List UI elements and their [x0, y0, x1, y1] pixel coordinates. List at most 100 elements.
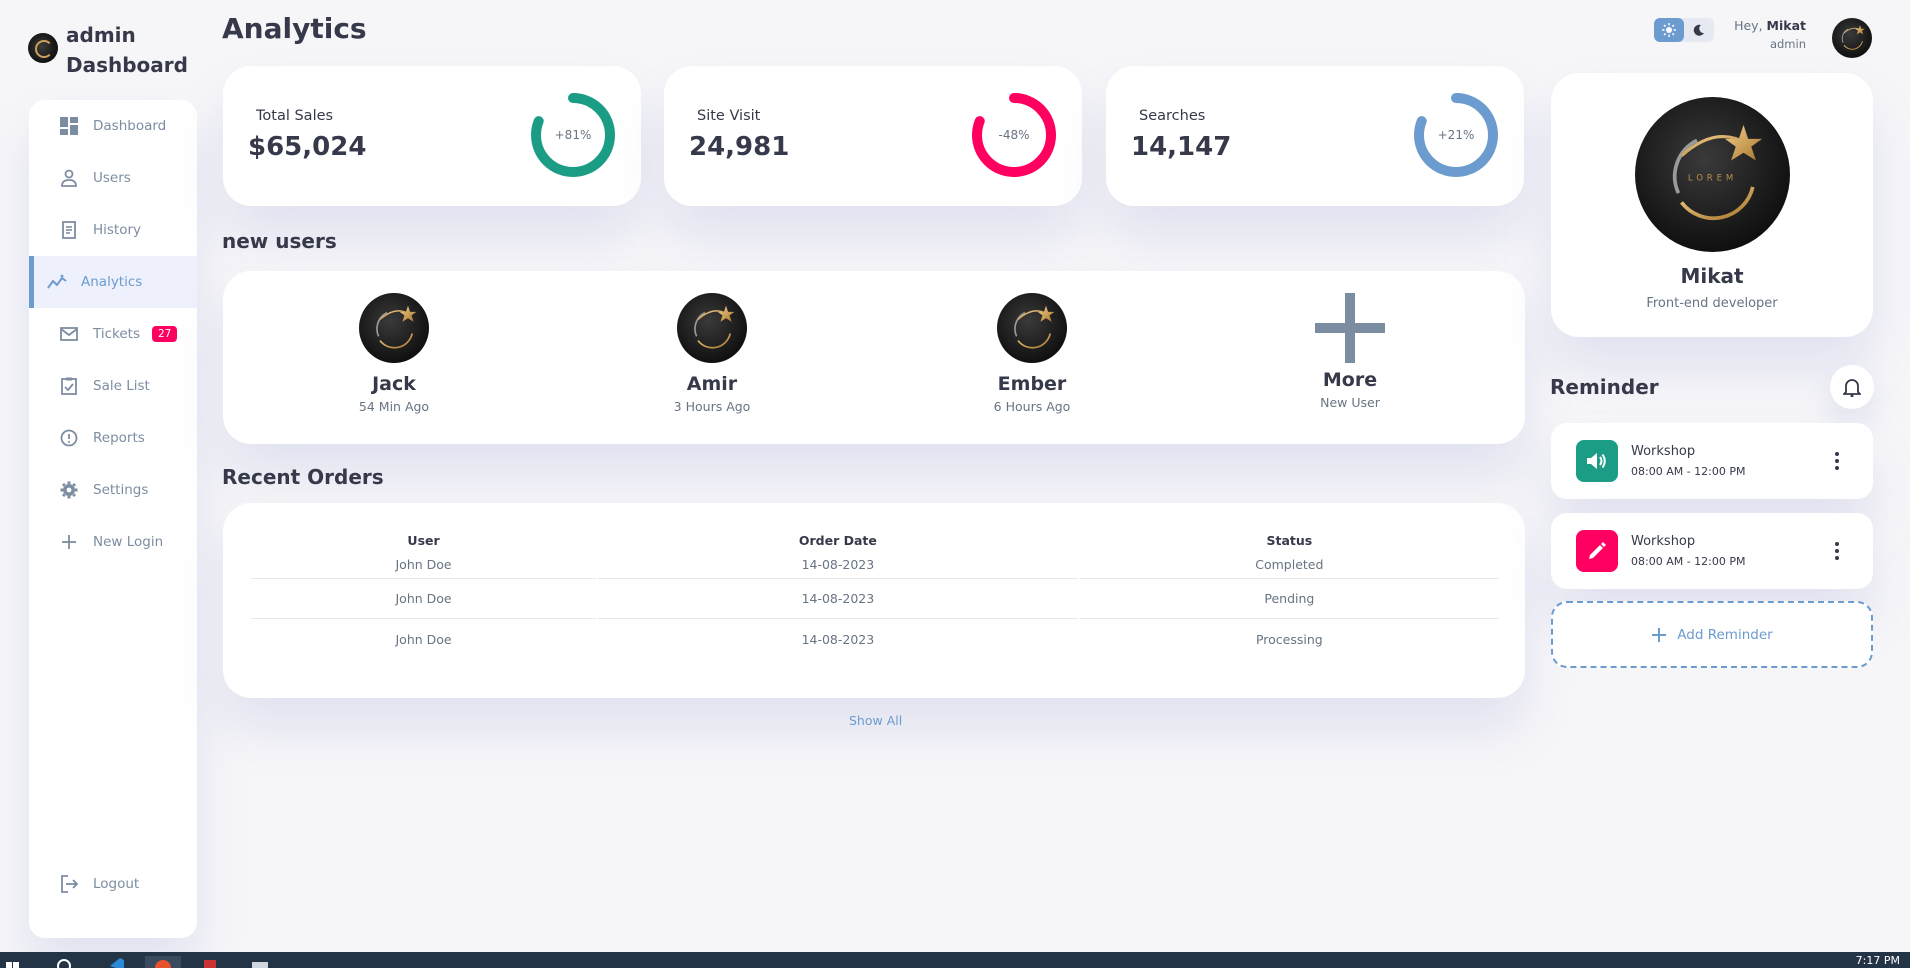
sidebar-item-reports[interactable]: Reports — [29, 412, 197, 464]
brand-title: admin Dashboard — [66, 20, 188, 80]
user-time: 54 Min Ago — [358, 399, 430, 414]
table-row[interactable]: John Doe 14-08-2023 Completed — [251, 551, 1499, 579]
file-explorer-icon[interactable] — [250, 956, 270, 968]
alert-circle-icon — [59, 428, 79, 448]
avatar[interactable] — [1832, 18, 1872, 58]
logout-icon — [59, 874, 79, 894]
header-profile: Hey, Mikat admin — [1700, 18, 1806, 51]
stat-value: $65,024 — [248, 132, 367, 162]
order-date: 14-08-2023 — [801, 631, 875, 647]
user-time: 6 Hours Ago — [993, 399, 1071, 414]
user-time: 3 Hours Ago — [673, 399, 751, 414]
user-name: Ember — [997, 373, 1067, 395]
avatar — [997, 293, 1067, 363]
new-users-card: Jack 54 Min Ago Amir 3 Hours Ago Ember 6… — [223, 271, 1525, 444]
windows-start-icon[interactable] — [6, 956, 20, 968]
clipboard-check-icon — [59, 376, 79, 396]
user-name: More — [1322, 369, 1378, 391]
stat-label: Site Visit — [697, 108, 761, 124]
user-item-jack[interactable]: Jack 54 Min Ago — [319, 293, 469, 414]
brand-logo — [28, 33, 58, 63]
bell-icon — [1843, 379, 1861, 397]
sidebar-item-history[interactable]: History — [29, 204, 197, 256]
column-header-status: Status — [1266, 532, 1313, 548]
header-user-name: Mikat — [1766, 18, 1806, 33]
avatar — [359, 293, 429, 363]
logout-button[interactable]: Logout — [29, 858, 197, 910]
sidebar-item-settings[interactable]: Settings — [29, 464, 197, 516]
recent-orders-title: Recent Orders — [222, 465, 384, 489]
sidebar-item-new-login[interactable]: New Login — [29, 516, 197, 568]
sidebar-item-tickets[interactable]: Tickets 27 — [29, 308, 197, 360]
sidebar-item-analytics[interactable]: Analytics — [29, 256, 197, 308]
sidebar-item-dashboard[interactable]: Dashboard — [29, 100, 197, 152]
stat-percent: +81% — [554, 128, 592, 142]
sidebar-item-label: Reports — [93, 430, 145, 446]
sidebar-item-sale-list[interactable]: Sale List — [29, 360, 197, 412]
table-row[interactable]: John Doe 14-08-2023 Processing — [251, 619, 1499, 659]
greeting-text: Hey, — [1734, 18, 1763, 33]
show-all-link[interactable]: Show All — [849, 713, 902, 728]
profile-role: Front-end developer — [1646, 296, 1778, 311]
os-taskbar: 7:17 PM — [0, 952, 1910, 968]
order-user: John Doe — [251, 551, 597, 579]
sidebar-item-label: History — [93, 222, 142, 238]
sidebar-item-users[interactable]: Users — [29, 152, 197, 204]
table-header-row: User Order Date Status — [251, 529, 1499, 551]
vscode-icon[interactable] — [106, 956, 126, 968]
notification-button[interactable] — [1830, 365, 1874, 409]
tickets-count-badge: 27 — [151, 326, 178, 342]
gear-icon — [59, 480, 79, 500]
pencil-icon — [1576, 530, 1618, 572]
table-row[interactable]: John Doe 14-08-2023 Pending — [251, 579, 1499, 619]
user-item-amir[interactable]: Amir 3 Hours Ago — [637, 293, 787, 414]
stat-card-searches: Searches 14,147 +21% — [1106, 66, 1524, 206]
reminder-item-time: 08:00 AM - 12:00 PM — [1631, 465, 1746, 478]
profile-avatar: LOREM — [1635, 97, 1790, 252]
sidebar-item-label: Analytics — [81, 274, 143, 290]
logout-label: Logout — [93, 876, 140, 892]
add-user-button[interactable]: More New User — [1275, 293, 1425, 410]
reminder-title: Reminder — [1550, 375, 1659, 399]
grid-icon — [59, 116, 79, 136]
stat-card-total-sales: Total Sales $65,024 +81% — [223, 66, 641, 206]
more-vert-icon[interactable] — [1827, 445, 1847, 477]
reminder-item[interactable]: Workshop 08:00 AM - 12:00 PM — [1551, 423, 1873, 499]
reminder-item-time: 08:00 AM - 12:00 PM — [1631, 555, 1746, 568]
light-mode-icon[interactable] — [1654, 18, 1684, 42]
add-reminder-button[interactable]: Add Reminder — [1551, 601, 1873, 668]
more-vert-icon[interactable] — [1827, 535, 1847, 567]
plus-icon — [1315, 293, 1385, 363]
order-user: John Doe — [251, 579, 597, 619]
search-icon[interactable] — [56, 956, 72, 968]
user-name: Amir — [686, 373, 738, 395]
sidebar-item-label: Sale List — [93, 378, 150, 394]
column-header-user: User — [407, 532, 440, 548]
brand-line-1: admin — [66, 23, 136, 47]
user-time: New User — [1320, 395, 1380, 410]
reminder-item[interactable]: Workshop 08:00 AM - 12:00 PM — [1551, 513, 1873, 589]
browser-icon[interactable] — [145, 956, 181, 968]
user-item-ember[interactable]: Ember 6 Hours Ago — [957, 293, 1107, 414]
stat-card-site-visit: Site Visit 24,981 -48% — [664, 66, 1082, 206]
order-date: 14-08-2023 — [598, 579, 1078, 619]
app-icon[interactable] — [202, 956, 218, 968]
profile-name: Mikat — [1680, 264, 1744, 288]
user-name: Jack — [372, 373, 416, 395]
brand[interactable]: admin Dashboard — [28, 20, 188, 80]
order-status: Pending — [1079, 579, 1499, 619]
avatar — [677, 293, 747, 363]
mail-icon — [59, 324, 79, 344]
column-header-order-date: Order Date — [798, 532, 877, 548]
page-title: Analytics — [222, 12, 367, 45]
stat-percent: -48% — [998, 128, 1030, 142]
header-user-role: admin — [1769, 37, 1806, 51]
plus-icon — [59, 532, 79, 552]
add-reminder-label: Add Reminder — [1677, 626, 1773, 643]
sidebar-item-label: Dashboard — [93, 118, 167, 134]
taskbar-clock: 7:17 PM — [1855, 954, 1900, 967]
plus-icon — [1652, 627, 1667, 642]
order-status: Processing — [1255, 631, 1323, 647]
sidebar-item-label: Settings — [93, 482, 149, 498]
person-icon — [59, 168, 79, 188]
